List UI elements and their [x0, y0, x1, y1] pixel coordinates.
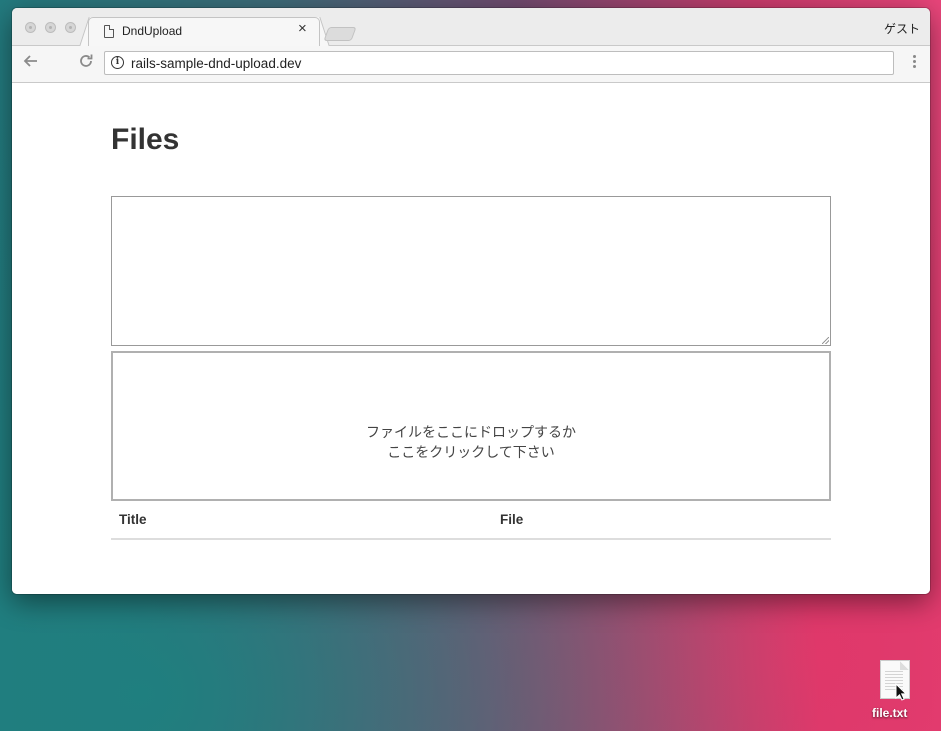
new-tab-button[interactable] [323, 27, 357, 41]
close-tab-icon[interactable]: × [298, 21, 307, 36]
browser-window: DndUpload × ゲスト i rails-sample-dnd-uploa… [12, 8, 930, 594]
back-arrow-icon[interactable] [22, 53, 38, 74]
column-header-title: Title [119, 512, 147, 527]
address-bar[interactable]: i rails-sample-dnd-upload.dev [104, 51, 894, 75]
mouse-cursor-icon [895, 682, 908, 706]
info-icon[interactable]: i [111, 56, 124, 69]
minimize-window-button[interactable] [45, 22, 56, 33]
file-drop-zone[interactable]: ファイルをここにドロップするか ここをクリックして下さい [111, 351, 831, 501]
close-window-button[interactable] [25, 22, 36, 33]
desktop-file-label[interactable]: file.txt [872, 706, 907, 720]
reload-icon[interactable] [78, 53, 94, 74]
drop-zone-line1: ファイルをここにドロップするか [366, 424, 576, 440]
document-icon [104, 25, 114, 38]
page-content: Files ファイルをここにドロップするか ここをクリックして下さい Title… [12, 83, 930, 594]
profile-button[interactable]: ゲスト [884, 20, 920, 37]
browser-toolbar: i rails-sample-dnd-upload.dev [12, 46, 930, 83]
text-area[interactable] [111, 196, 831, 346]
tab-title: DndUpload [122, 24, 183, 38]
drop-zone-message: ファイルをここにドロップするか ここをクリックして下さい [113, 422, 829, 462]
title-bar: DndUpload × ゲスト [12, 8, 930, 46]
column-header-file: File [500, 512, 524, 527]
browser-menu-icon[interactable] [913, 55, 916, 70]
page-title: Files [111, 123, 180, 156]
url-text[interactable]: rails-sample-dnd-upload.dev [131, 56, 301, 71]
drop-zone-line2: ここをクリックして下さい [387, 444, 555, 460]
resize-handle-icon[interactable] [822, 337, 829, 344]
zoom-window-button[interactable] [65, 22, 76, 33]
table-header-divider [111, 538, 831, 540]
